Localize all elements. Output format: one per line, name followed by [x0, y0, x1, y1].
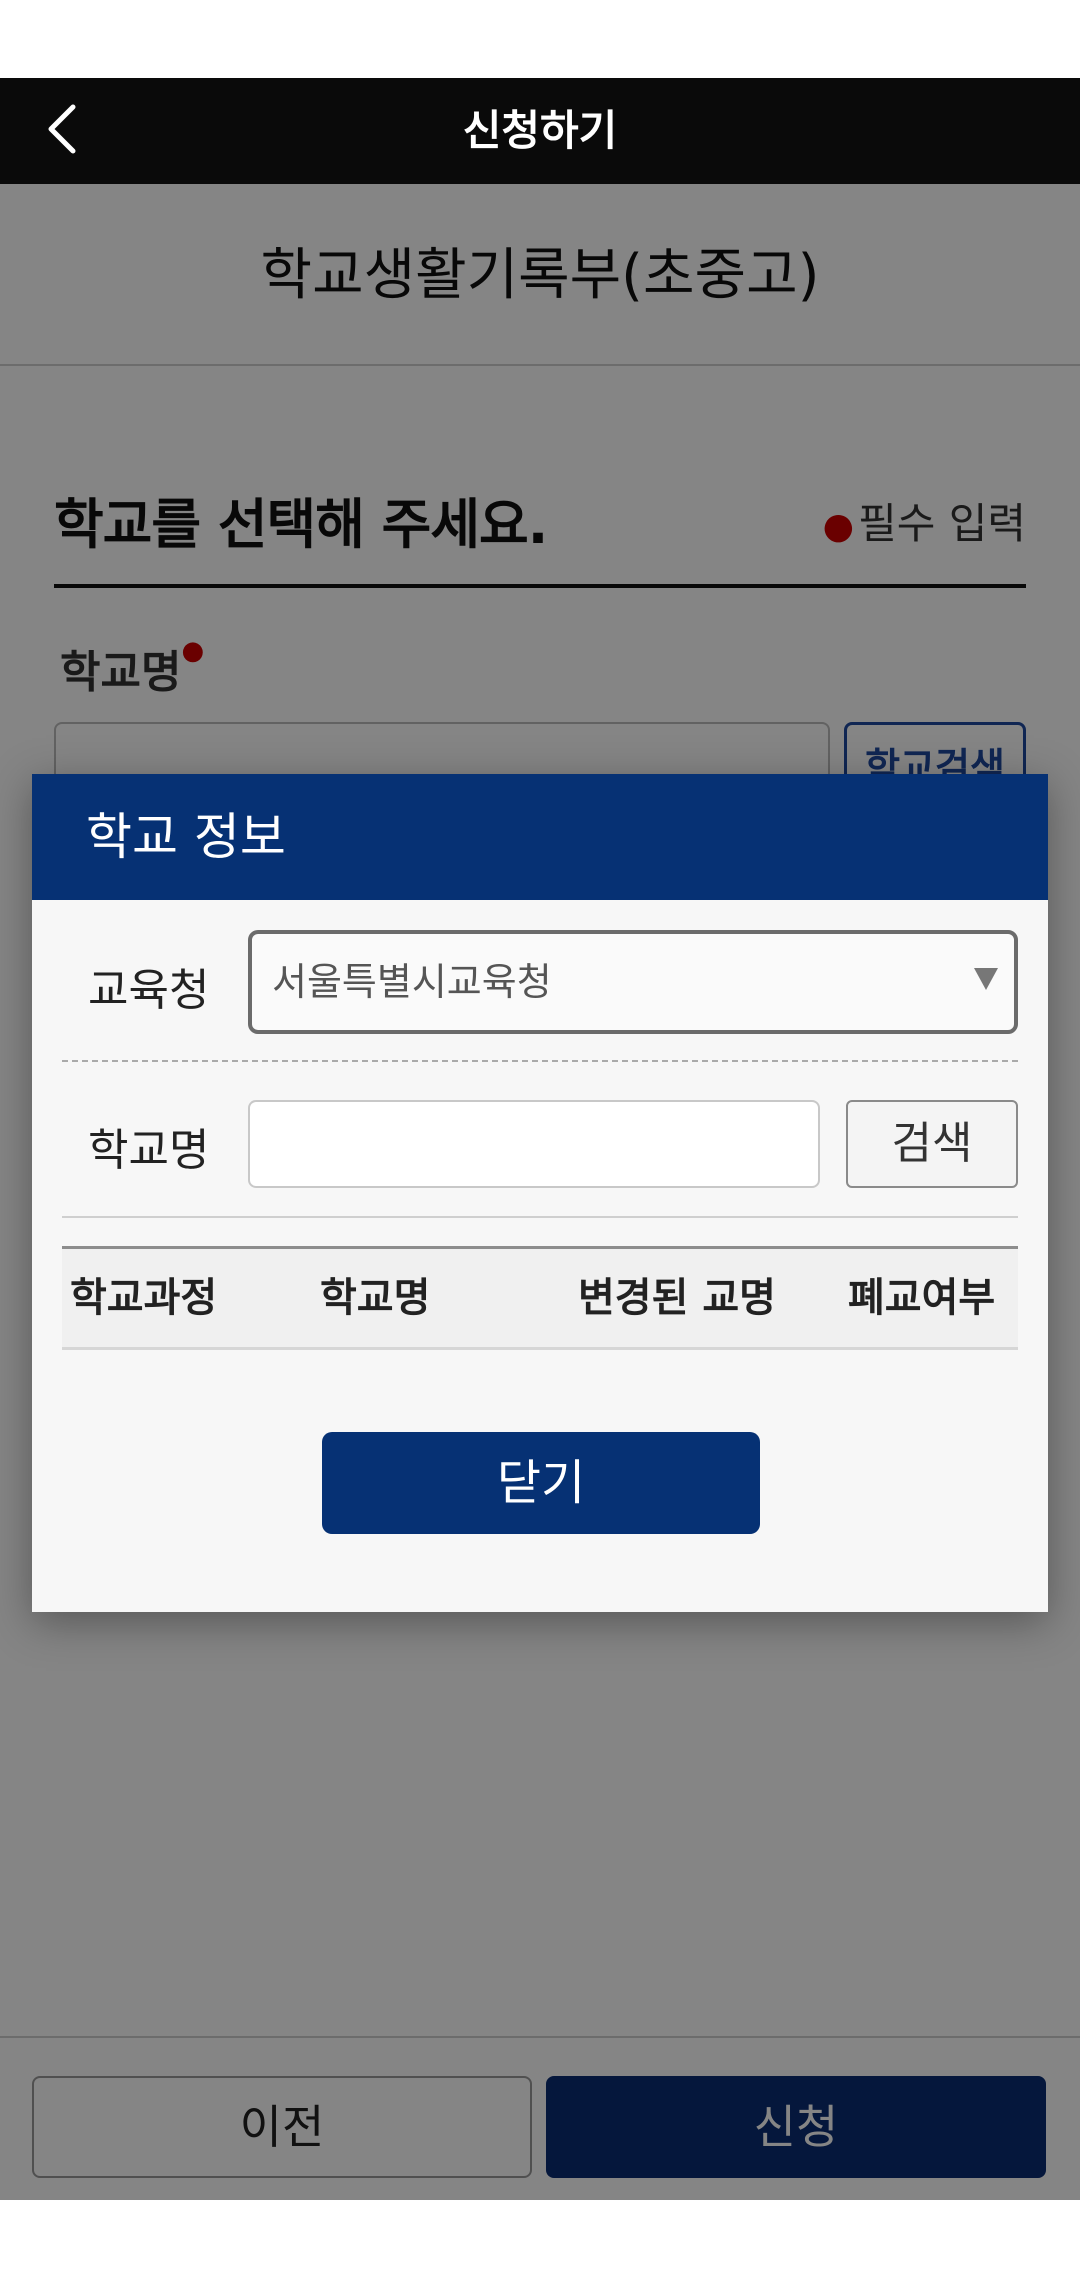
school-info-modal: 학교 정보 교육청 서울특별시교육청 학교명 검색 학교과정 학교명 변경된 교…	[32, 774, 1048, 1612]
search-button[interactable]: 검색	[846, 1100, 1018, 1188]
app-header: 신청하기	[0, 78, 1080, 184]
education-office-select[interactable]: 서울특별시교육청	[248, 930, 1018, 1034]
column-header-changed-name: 변경된 교명	[578, 1275, 776, 1321]
bottom-system-area	[0, 2200, 1080, 2280]
column-header-school-name: 학교명	[320, 1275, 431, 1321]
header-title: 신청하기	[462, 106, 618, 155]
column-header-course: 학교과정	[70, 1275, 218, 1321]
modal-header: 학교 정보	[32, 774, 1048, 900]
close-button[interactable]: 닫기	[322, 1432, 760, 1534]
education-office-label: 교육청	[88, 965, 210, 1016]
modal-school-name-label: 학교명	[88, 1125, 210, 1176]
dashed-divider	[62, 1060, 1018, 1062]
school-name-input[interactable]	[248, 1100, 820, 1188]
status-bar	[0, 0, 1080, 78]
divider	[62, 1216, 1018, 1218]
triangle-down-icon	[974, 968, 998, 990]
modal-title: 학교 정보	[86, 808, 286, 866]
column-header-closed-status: 폐교여부	[848, 1275, 996, 1321]
results-table-header: 학교과정 학교명 변경된 교명 폐교여부	[62, 1246, 1018, 1350]
education-office-value: 서울특별시교육청	[272, 960, 552, 1004]
